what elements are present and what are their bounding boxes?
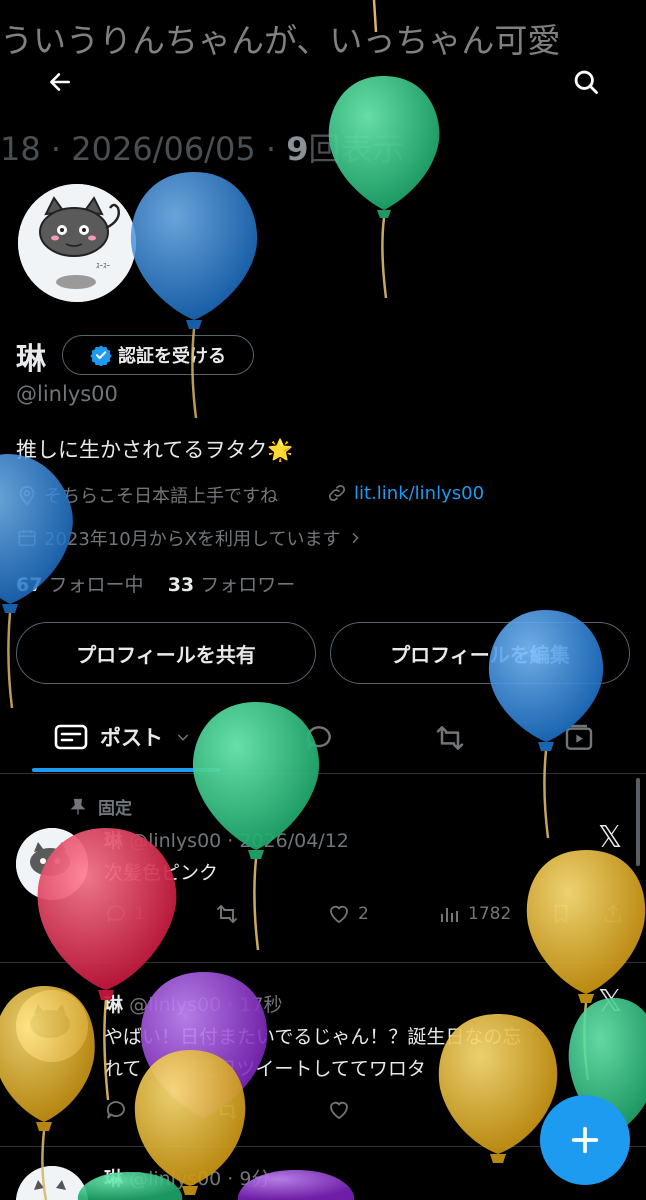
plus-icon: [571, 1126, 599, 1154]
balloon-blue: [0, 454, 73, 709]
balloon-blue: [130, 172, 258, 419]
balloon-string: [372, 0, 378, 33]
balloon-yellow: [0, 986, 95, 1200]
balloon-purple: [237, 1170, 355, 1200]
balloon-overlay: [0, 0, 646, 1200]
balloon-blue: [488, 610, 604, 839]
balloon-green: [192, 702, 320, 951]
balloon-green: [328, 76, 440, 299]
compose-post-button[interactable]: [540, 1095, 630, 1185]
balloon-green: [77, 1172, 183, 1200]
balloon-yellow: [134, 1050, 246, 1195]
